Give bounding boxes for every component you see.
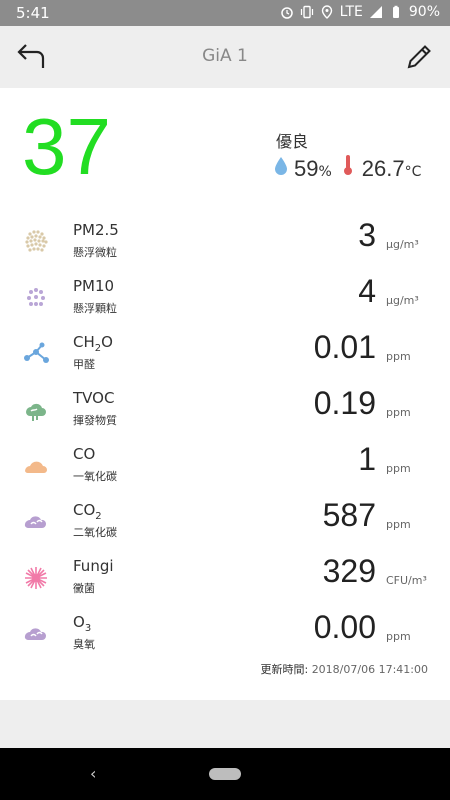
reading-subtitle: 黴菌 xyxy=(73,582,95,595)
reading-row-co2[interactable]: CO2 二氧化碳 587 ppm xyxy=(0,496,450,552)
ozone-cloud-icon xyxy=(24,628,47,641)
reading-unit: ppm xyxy=(386,350,411,363)
reading-row-tvoc[interactable]: TVOC 揮發物質 0.19 ppm xyxy=(0,384,450,440)
location-icon xyxy=(321,5,332,19)
aqi-value: 37 xyxy=(22,102,111,191)
signal-icon xyxy=(369,6,382,18)
reading-row-fungi[interactable]: Fungi 黴菌 329 CFU/m³ xyxy=(0,552,450,608)
reading-value: 329 xyxy=(322,553,376,589)
app-header: GiA 1 xyxy=(0,26,450,88)
reading-name: O3 xyxy=(73,613,92,634)
co2-cloud-icon xyxy=(24,516,47,529)
humidity-value: 59 xyxy=(294,156,319,181)
pm25-dots-icon xyxy=(25,230,48,252)
reading-name: PM2.5 xyxy=(73,221,119,239)
co-cloud-icon xyxy=(25,461,47,474)
nav-back-button[interactable]: ‹ xyxy=(90,764,96,783)
reading-unit: μg/m³ xyxy=(386,238,419,251)
reading-unit: ppm xyxy=(386,406,411,419)
reading-name: TVOC xyxy=(73,389,115,407)
last-updated: 更新時間: 2018/07/06 17:41:00 xyxy=(260,661,428,677)
system-nav-bar: ‹ xyxy=(0,748,450,800)
pm10-dots-icon xyxy=(27,288,45,306)
reading-subtitle: 懸浮微粒 xyxy=(73,246,117,259)
device-title: GiA 1 xyxy=(202,46,248,66)
network-type: LTE xyxy=(339,4,363,20)
molecule-icon xyxy=(24,342,49,363)
reading-name: CO2 xyxy=(73,501,102,522)
reading-subtitle: 二氧化碳 xyxy=(73,526,117,539)
status-time: 5:41 xyxy=(16,4,50,22)
reading-value: 587 xyxy=(322,497,376,533)
reading-unit: μg/m³ xyxy=(386,294,419,307)
reading-unit: ppm xyxy=(386,630,411,643)
readings-list: PM2.5 懸浮微粒 3 μg/m³ PM10 懸浮顆粒 4 μg/m³ CH2… xyxy=(0,216,450,664)
reading-subtitle: 揮發物質 xyxy=(73,414,117,427)
vibrate-icon xyxy=(300,5,313,19)
temperature-value: 26.7 xyxy=(361,156,405,181)
updated-label: 更新時間: xyxy=(260,663,309,676)
tvoc-cloud-icon xyxy=(26,403,46,421)
fungi-spore-icon xyxy=(25,567,47,589)
updated-timestamp: 2018/07/06 17:41:00 xyxy=(311,663,428,676)
reading-row-o3[interactable]: O3 臭氧 0.00 ppm xyxy=(0,608,450,664)
reading-subtitle: 甲醛 xyxy=(73,358,95,371)
reading-unit: ppm xyxy=(386,518,411,531)
nav-home-pill[interactable] xyxy=(209,768,241,780)
reading-name: Fungi xyxy=(73,557,114,575)
environment-readout: 59 % 26.7 °C xyxy=(274,154,421,182)
temperature-unit: °C xyxy=(404,164,422,180)
reading-value: 0.19 xyxy=(313,385,376,421)
reading-subtitle: 懸浮顆粒 xyxy=(73,302,117,315)
water-drop-icon xyxy=(275,157,287,175)
battery-icon xyxy=(392,5,399,18)
reading-row-pm25[interactable]: PM2.5 懸浮微粒 3 μg/m³ xyxy=(0,216,450,272)
reading-value: 0.01 xyxy=(313,329,376,365)
quality-label: 優良 xyxy=(276,132,309,151)
reading-row-ch2o[interactable]: CH2O 甲醛 0.01 ppm xyxy=(0,328,450,384)
reading-unit: CFU/m³ xyxy=(386,574,427,587)
reading-row-co[interactable]: CO 一氧化碳 1 ppm xyxy=(0,440,450,496)
reading-value: 0.00 xyxy=(313,609,376,645)
reading-name: PM10 xyxy=(73,277,115,295)
reading-row-pm10[interactable]: PM10 懸浮顆粒 4 μg/m³ xyxy=(0,272,450,328)
air-quality-card: 37 優良 59 % 26.7 °C PM2.5 懸浮微粒 3 μg/m³ PM… xyxy=(0,88,450,700)
reading-subtitle: 臭氧 xyxy=(73,638,95,651)
status-bar: 5:41 LTE 90% xyxy=(0,0,450,26)
status-icons: LTE 90% xyxy=(280,4,440,20)
reading-subtitle: 一氧化碳 xyxy=(73,470,117,483)
reading-value: 4 xyxy=(358,273,376,309)
reading-name: CH2O xyxy=(73,333,113,354)
battery-percent: 90% xyxy=(408,4,440,20)
alarm-icon xyxy=(280,7,293,19)
reading-name: CO xyxy=(73,445,96,463)
pencil-icon[interactable] xyxy=(404,40,436,72)
thermometer-icon xyxy=(343,155,352,175)
reading-unit: ppm xyxy=(386,462,411,475)
reading-value: 1 xyxy=(358,441,376,477)
reading-value: 3 xyxy=(358,217,376,253)
humidity-unit: % xyxy=(318,164,332,180)
